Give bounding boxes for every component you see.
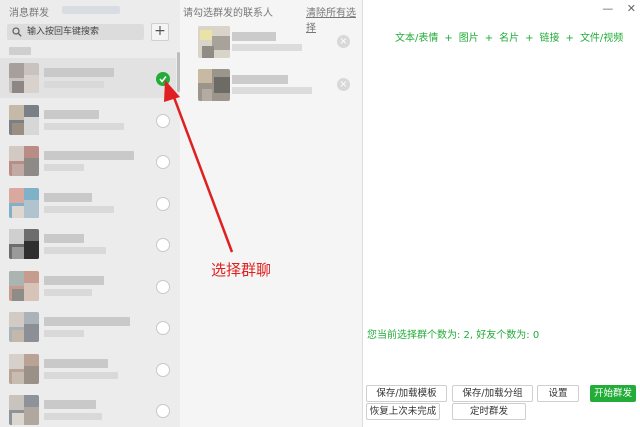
select-radio[interactable] <box>156 404 170 418</box>
save-load-group-button[interactable]: 保存/加载分组 <box>452 385 533 402</box>
search-input[interactable] <box>27 24 142 40</box>
avatar <box>9 63 39 93</box>
save-load-template-button[interactable]: 保存/加载模板 <box>366 385 447 402</box>
card-link[interactable]: 名片 <box>499 33 519 44</box>
add-button[interactable]: + <box>151 23 169 41</box>
blurred-section-label <box>9 47 31 55</box>
blurred-contact-detail <box>44 413 102 420</box>
avatar <box>198 26 230 58</box>
blurred-contact-name <box>44 275 104 285</box>
selected-panel-title: 请勾选群发的联系人 <box>183 8 273 19</box>
annotation-arrow <box>164 80 234 253</box>
selected-item: × <box>180 22 358 62</box>
blurred-contact-name <box>44 109 99 119</box>
select-radio[interactable] <box>156 362 170 377</box>
avatar <box>9 104 39 135</box>
contact-row[interactable] <box>0 349 176 389</box>
text-emoji-link[interactable]: 文本/表情 <box>395 33 438 44</box>
remove-icon[interactable]: × <box>337 78 350 91</box>
blurred-contact-detail <box>44 205 114 213</box>
blurred-contact-name <box>44 192 92 202</box>
blurred-contact-detail <box>44 81 104 88</box>
file-video-link[interactable]: 文件/视频 <box>580 33 623 44</box>
toolbar-separator: + <box>444 33 453 44</box>
blurred-contact-detail <box>44 164 84 171</box>
image-link[interactable]: 图片 <box>459 33 479 44</box>
blurred-contact-name <box>44 358 108 368</box>
scheduled-send-button[interactable]: 定时群发 <box>452 403 526 420</box>
annotation-label: 选择群聊 <box>211 261 272 279</box>
start-mass-send-button[interactable]: 开始群发 <box>590 385 636 402</box>
avatar <box>9 146 39 176</box>
resume-unfinished-button[interactable]: 恢复上次未完成 <box>366 403 440 420</box>
selection-status: 您当前选择群个数为: 2, 好友个数为: 0 <box>367 330 540 341</box>
toolbar-separator: + <box>484 33 494 44</box>
avatar <box>9 353 39 384</box>
remove-icon[interactable]: × <box>337 35 350 48</box>
blurred-title-suffix <box>62 6 120 14</box>
message-compose-panel: — ✕ 文本/表情 + 图片 + 名片 + 链接 + 文件/视频 您当前选择群个数为: 2, 好… <box>364 0 640 427</box>
blurred-contact-name <box>44 400 96 409</box>
avatar <box>9 229 39 259</box>
search-icon <box>12 27 22 37</box>
blurred-contact-name <box>44 68 114 77</box>
blurred-contact-name <box>44 234 84 243</box>
close-icon[interactable]: ✕ <box>627 2 636 15</box>
select-radio[interactable] <box>156 321 170 335</box>
blurred-contact-detail <box>44 371 118 379</box>
contact-row[interactable] <box>0 390 176 427</box>
blurred-contact-detail <box>44 122 124 130</box>
blurred-contact-name <box>44 151 134 160</box>
avatar <box>9 312 39 342</box>
avatar <box>9 187 39 218</box>
blurred-contact-name <box>44 317 130 326</box>
blurred-contact-detail <box>44 247 106 254</box>
minimize-icon[interactable]: — <box>602 2 613 15</box>
avatar <box>9 395 39 425</box>
link-link[interactable]: 链接 <box>540 33 560 44</box>
panel-title: 消息群发 <box>9 8 49 19</box>
settings-button[interactable]: 设置 <box>537 385 579 402</box>
blurred-contact-detail <box>44 288 92 296</box>
avatar <box>9 270 39 301</box>
search-box <box>7 24 144 40</box>
blurred-contact-detail <box>44 330 84 337</box>
select-radio[interactable] <box>156 279 170 294</box>
window-controls: — ✕ <box>592 2 636 15</box>
toolbar-separator: + <box>525 33 534 44</box>
contact-row[interactable] <box>0 307 176 347</box>
contact-row[interactable] <box>0 266 176 306</box>
toolbar-separator: + <box>565 33 574 44</box>
content-type-toolbar: 文本/表情 + 图片 + 名片 + 链接 + 文件/视频 <box>395 29 623 44</box>
